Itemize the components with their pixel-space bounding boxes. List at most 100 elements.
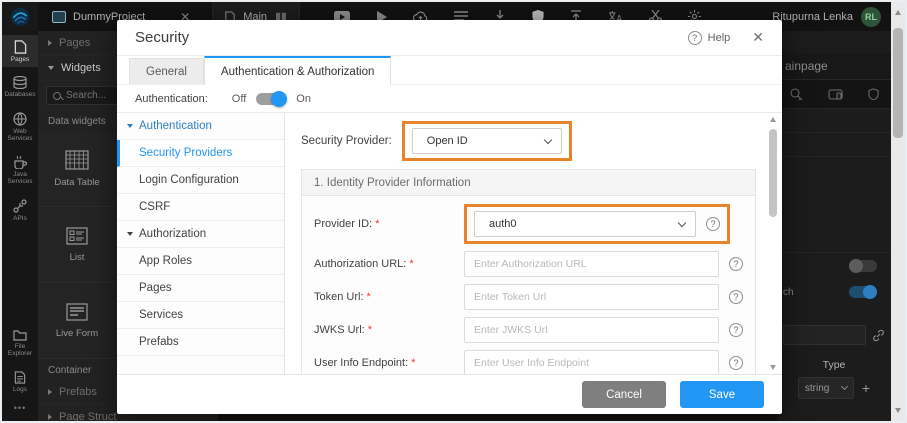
property-input[interactable]: [783, 325, 866, 345]
left-rail: Pages Databases Web Services Java Servic…: [2, 31, 38, 421]
field-help-icon[interactable]: ?: [729, 290, 743, 304]
properties-row: [777, 109, 891, 133]
field-label: Provider ID: *: [314, 218, 380, 230]
nav-item-csrf[interactable]: CSRF: [117, 194, 284, 221]
pages-icon: [14, 40, 26, 54]
security-provider-label: Security Provider:: [301, 135, 392, 147]
rail-item-pages[interactable]: Pages: [2, 35, 38, 68]
scroll-up-icon[interactable]: [895, 10, 901, 15]
field-help-icon[interactable]: ?: [729, 323, 743, 337]
close-icon[interactable]: ✕: [752, 29, 764, 46]
help-label: Help: [707, 31, 731, 44]
explorer-prefabs-label: Prefabs: [59, 386, 97, 398]
cancel-button[interactable]: Cancel: [582, 381, 666, 408]
more-options-icon[interactable]: •••: [2, 397, 38, 421]
add-variable-button[interactable]: +: [862, 380, 870, 396]
logs-icon: [14, 370, 26, 384]
field-help-icon[interactable]: ?: [706, 217, 720, 231]
field-label: Authorization URL: *: [314, 258, 414, 270]
explorer-widgets-label: Widgets: [61, 62, 101, 74]
file-explorer-icon: [13, 329, 27, 341]
type-select[interactable]: string: [797, 377, 854, 399]
dialog-tabs: General Authentication & Authorization: [117, 56, 782, 85]
scrollbar-thumb[interactable]: [769, 129, 777, 217]
rail-item-web-services[interactable]: Web Services: [2, 107, 38, 147]
authentication-toggle[interactable]: [256, 90, 288, 107]
nav-item-prefabs[interactable]: Prefabs: [117, 329, 284, 356]
widget-data-table[interactable]: Data Table: [38, 131, 117, 207]
tab-authentication-authorization[interactable]: Authentication & Authorization: [203, 56, 392, 85]
nav-item-pages[interactable]: Pages: [117, 275, 284, 302]
scroll-up-icon[interactable]: [769, 117, 776, 122]
rail-label: Pages: [10, 56, 30, 63]
toggle-knob: [271, 90, 288, 107]
variable-type-row: string +: [777, 377, 891, 399]
field-user-info-endpoint: User Info Endpoint:* ?: [314, 350, 743, 374]
widget-live-form[interactable]: Live Form: [38, 283, 117, 359]
data-table-icon: [65, 149, 89, 170]
nav-label: Login Configuration: [139, 174, 239, 186]
live-form-icon: [66, 302, 88, 321]
nav-item-security-providers[interactable]: Security Providers: [117, 140, 284, 167]
nav-item-app-roles[interactable]: App Roles: [117, 248, 284, 275]
rail-item-apis[interactable]: APIs: [2, 194, 38, 226]
field-help-icon[interactable]: ?: [729, 257, 743, 271]
explorer-pages-label: Pages: [59, 37, 91, 49]
properties-row: [777, 133, 891, 157]
required-marker: *: [411, 357, 416, 369]
nav-group-authorization[interactable]: Authorization: [117, 221, 284, 248]
bind-link-icon[interactable]: [872, 329, 885, 342]
type-select-value: string: [804, 382, 830, 394]
explorer-page-structure-label: Page Struct: [59, 411, 117, 421]
nav-item-login-configuration[interactable]: Login Configuration: [117, 167, 284, 194]
property-label-fragment: ch: [783, 286, 794, 298]
tab-general[interactable]: General: [129, 58, 204, 84]
token-url-input[interactable]: [464, 284, 719, 310]
save-button[interactable]: Save: [680, 381, 764, 408]
help-button[interactable]: ? Help: [687, 30, 731, 45]
user-name: Ritupurna Lenka: [772, 10, 853, 23]
required-marker: *: [375, 218, 380, 230]
provider-id-value: auth0: [489, 218, 517, 230]
chevron-right-icon: [48, 389, 52, 395]
field-label: User Info Endpoint: *: [314, 357, 416, 369]
rail-item-logs[interactable]: Logs: [2, 366, 38, 397]
section-body: Provider ID: * auth0 ? Authorization URL…: [302, 196, 755, 374]
user-info-endpoint-input[interactable]: [464, 350, 719, 374]
scrollbar-thumb[interactable]: [893, 28, 903, 138]
nav-item-services[interactable]: Services: [117, 302, 284, 329]
security-provider-select[interactable]: Open ID: [411, 128, 562, 154]
widget-list[interactable]: List: [38, 207, 117, 283]
field-authorization-url: Authorization URL:* ?: [314, 251, 743, 277]
nav-label: CSRF: [139, 201, 171, 213]
select-cursor-icon[interactable]: [789, 87, 803, 101]
authorization-url-input[interactable]: [464, 251, 719, 277]
rail-label: Logs: [12, 385, 28, 393]
chevron-down-icon: [677, 218, 687, 227]
nav-label: Prefabs: [139, 336, 179, 348]
content-scrollbar[interactable]: [768, 117, 778, 370]
user-menu[interactable]: Ritupurna Lenka RL: [772, 6, 891, 27]
app-screen: DummyProject ✕ Main A Ritupurna Lenka RL…: [0, 0, 907, 423]
chevron-right-icon: [48, 414, 52, 420]
app-scrollbar[interactable]: [891, 2, 905, 421]
property-toggle-off[interactable]: [849, 259, 877, 273]
property-toggle-on[interactable]: [849, 285, 877, 299]
shield-outline-icon[interactable]: [867, 88, 879, 100]
scroll-down-icon[interactable]: [895, 408, 901, 413]
device-preview-icon[interactable]: [827, 88, 843, 100]
rail-item-databases[interactable]: Databases: [2, 71, 38, 102]
field-help-icon[interactable]: ?: [729, 356, 743, 370]
section-title: 1. Identity Provider Information: [302, 170, 755, 196]
provider-id-select[interactable]: auth0: [474, 211, 696, 237]
chevron-down-icon: [48, 66, 54, 70]
user-avatar[interactable]: RL: [861, 6, 881, 27]
jwks-url-input[interactable]: [464, 317, 719, 343]
rail-label: APIs: [13, 214, 27, 222]
java-services-icon: [14, 155, 27, 169]
nav-group-authentication[interactable]: Authentication: [117, 113, 284, 140]
wavemaker-logo[interactable]: [2, 2, 38, 31]
scroll-down-icon[interactable]: [769, 365, 776, 370]
rail-item-file-explorer[interactable]: File Explorer: [2, 324, 38, 362]
rail-item-java-services[interactable]: Java Services: [2, 151, 38, 190]
